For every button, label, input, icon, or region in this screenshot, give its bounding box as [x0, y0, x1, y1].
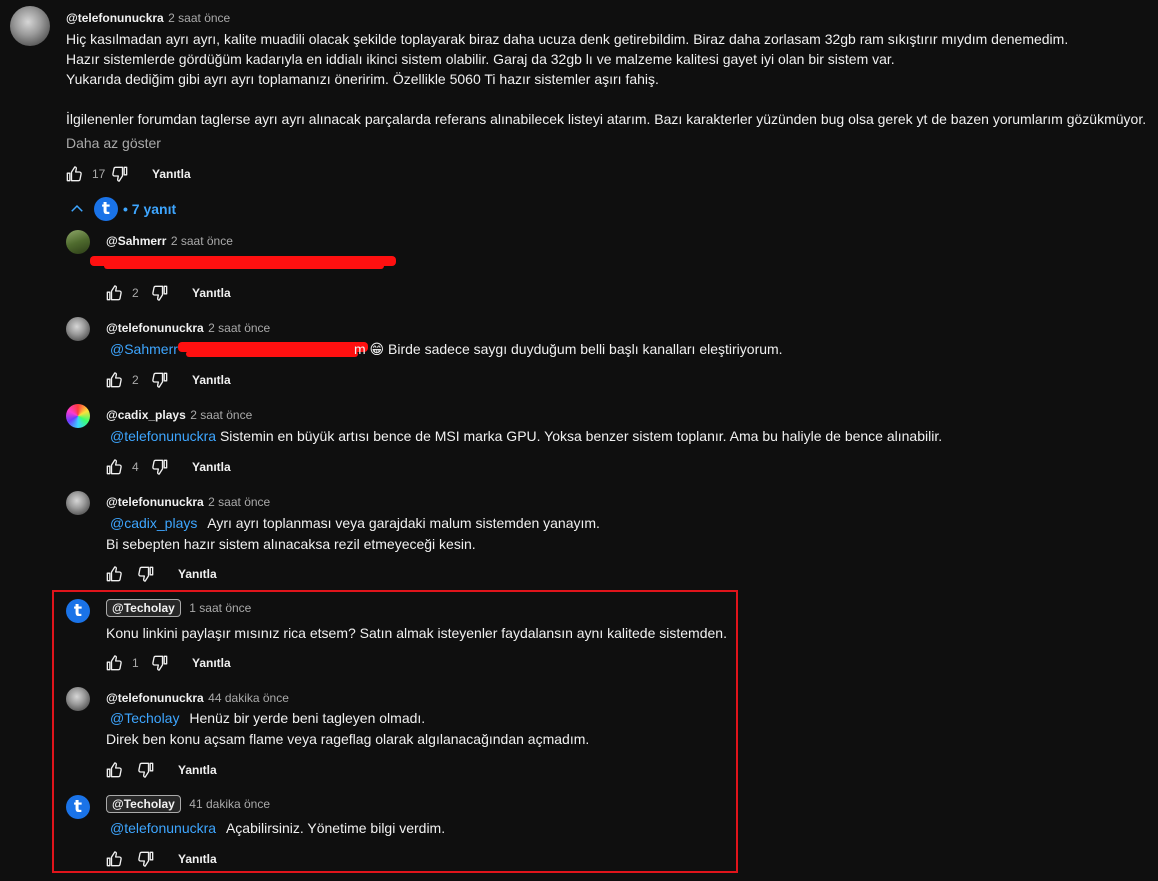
- reply-text-line: Direk ben konu açsam flame veya rageflag…: [106, 731, 590, 747]
- dislike-icon[interactable]: [150, 457, 170, 477]
- replies-toggle[interactable]: t • 7 yanıt: [68, 197, 176, 221]
- comment-text-line: İlgilenenler forumdan taglerse ayrı ayrı…: [66, 111, 1147, 127]
- reply-button[interactable]: Yanıtla: [152, 167, 191, 181]
- like-count: 1: [132, 656, 139, 670]
- reply-text: @Sahmerr: [110, 341, 178, 357]
- reply-actions: Yanıtla: [104, 849, 217, 869]
- comment-actions: 17 Yanıtla: [64, 164, 191, 184]
- reply-author[interactable]: @telefonunuckra: [106, 321, 204, 335]
- creator-author-badge[interactable]: @Techolay: [106, 599, 181, 617]
- reply-time[interactable]: 2 saat önce: [208, 495, 270, 509]
- reply-actions: 2 Yanıtla: [104, 370, 231, 390]
- like-icon[interactable]: [64, 164, 84, 184]
- reply-header: @telefonunuckra 2 saat önce: [106, 319, 270, 337]
- reply-button[interactable]: Yanıtla: [178, 567, 217, 581]
- reply-button[interactable]: Yanıtla: [192, 460, 231, 474]
- like-icon[interactable]: [104, 370, 124, 390]
- reply-time[interactable]: 1 saat önce: [189, 601, 251, 615]
- reply-text-body: Açabilirsiniz. Yönetime bilgi verdim.: [225, 820, 446, 836]
- chevron-up-icon: [71, 204, 83, 212]
- redaction-mark: [186, 351, 358, 357]
- reply-author[interactable]: @Sahmerr: [106, 234, 166, 248]
- reply-button[interactable]: Yanıtla: [178, 852, 217, 866]
- like-icon[interactable]: [104, 849, 124, 869]
- creator-author-badge[interactable]: @Techolay: [106, 795, 181, 813]
- reply-author[interactable]: @telefonunuckra: [106, 691, 204, 705]
- mention-link[interactable]: @Techolay: [110, 710, 179, 726]
- avatar[interactable]: [66, 687, 90, 711]
- reply-text-body: Ayrı ayrı toplanması veya garajdaki malu…: [207, 515, 600, 531]
- avatar[interactable]: [66, 317, 90, 341]
- reply-header: @Sahmerr 2 saat önce: [106, 232, 233, 250]
- like-icon[interactable]: [104, 564, 124, 584]
- reply-text: m 😁 Birde sadece saygı duyduğum belli ba…: [354, 341, 783, 357]
- reply-header: @Techolay 41 dakika önce: [106, 795, 270, 813]
- mention-link[interactable]: @cadix_plays: [110, 515, 197, 531]
- dislike-icon[interactable]: [136, 564, 156, 584]
- dislike-icon[interactable]: [136, 849, 156, 869]
- reply-header: @telefonunuckra 44 dakika önce: [106, 689, 289, 707]
- reply-time[interactable]: 2 saat önce: [208, 321, 270, 335]
- dislike-icon[interactable]: [150, 283, 170, 303]
- reply-button[interactable]: Yanıtla: [178, 763, 217, 777]
- like-count: 4: [132, 460, 139, 474]
- reply-time[interactable]: 2 saat önce: [171, 234, 233, 248]
- like-count: 17: [92, 167, 106, 181]
- reply-text-line: Bi sebepten hazır sistem alınacaksa rezi…: [106, 536, 476, 552]
- reply-actions: Yanıtla: [104, 564, 217, 584]
- like-icon[interactable]: [104, 653, 124, 673]
- dislike-icon[interactable]: [150, 370, 170, 390]
- avatar[interactable]: [66, 230, 90, 254]
- mention-link[interactable]: @telefonunuckra: [110, 820, 216, 836]
- dislike-icon[interactable]: [136, 760, 156, 780]
- comment-header: @telefonunuckra 2 saat önce: [66, 9, 230, 27]
- reply-header: @cadix_plays 2 saat önce: [106, 406, 252, 424]
- comment-time[interactable]: 2 saat önce: [168, 11, 230, 25]
- reply-text: @telefonunuckra Sistemin en büyük artısı…: [110, 428, 942, 444]
- reply-actions: 4 Yanıtla: [104, 457, 231, 477]
- creator-avatar[interactable]: t: [66, 795, 90, 819]
- reply-text-body: Sistemin en büyük artısı bence de MSI ma…: [219, 428, 943, 444]
- reply-button[interactable]: Yanıtla: [192, 656, 231, 670]
- avatar[interactable]: [10, 6, 50, 46]
- redaction-mark: [104, 263, 384, 269]
- like-icon[interactable]: [104, 283, 124, 303]
- comment-text-line: Hazır sistemlerde gördüğüm kadarıyla en …: [66, 51, 895, 67]
- mention-link[interactable]: @telefonunuckra: [110, 428, 216, 444]
- like-icon[interactable]: [104, 760, 124, 780]
- comment-text-line: Yukarıda dediğim gibi ayrı ayrı toplaman…: [66, 71, 659, 87]
- like-icon[interactable]: [104, 457, 124, 477]
- reply-actions: Yanıtla: [104, 760, 217, 780]
- reply-time[interactable]: 41 dakika önce: [189, 797, 270, 811]
- mention-link[interactable]: @Sahmerr: [110, 341, 178, 357]
- avatar[interactable]: [66, 491, 90, 515]
- reply-actions: 1 Yanıtla: [104, 653, 231, 673]
- show-less-button[interactable]: Daha az göster: [66, 135, 161, 151]
- reply-author[interactable]: @cadix_plays: [106, 408, 186, 422]
- reply-text: @telefonunuckra Açabilirsiniz. Yönetime …: [110, 820, 445, 836]
- reply-button[interactable]: Yanıtla: [192, 286, 231, 300]
- replies-count-label: • 7 yanıt: [123, 201, 177, 217]
- like-count: 2: [132, 373, 139, 387]
- reply-text: @Techolay Henüz bir yerde beni tagleyen …: [110, 710, 425, 726]
- reply-actions: 2 Yanıtla: [104, 283, 231, 303]
- creator-avatar[interactable]: t: [66, 599, 90, 623]
- dislike-icon[interactable]: [110, 164, 130, 184]
- avatar[interactable]: [66, 404, 90, 428]
- comment-author[interactable]: @telefonunuckra: [66, 11, 164, 25]
- comment-text-line: Hiç kasılmadan ayrı ayrı, kalite muadili…: [66, 31, 1069, 47]
- creator-avatar: t: [94, 197, 118, 221]
- reply-button[interactable]: Yanıtla: [192, 373, 231, 387]
- reply-text: @cadix_plays Ayrı ayrı toplanması veya g…: [110, 515, 600, 531]
- like-count: 2: [132, 286, 139, 300]
- reply-header: @Techolay 1 saat önce: [106, 599, 251, 617]
- reply-text: Konu linkini paylaşır mısınız rica etsem…: [106, 625, 727, 641]
- reply-time[interactable]: 2 saat önce: [190, 408, 252, 422]
- reply-time[interactable]: 44 dakika önce: [208, 691, 289, 705]
- reply-header: @telefonunuckra 2 saat önce: [106, 493, 270, 511]
- dislike-icon[interactable]: [150, 653, 170, 673]
- reply-author[interactable]: @telefonunuckra: [106, 495, 204, 509]
- reply-text-body: Henüz bir yerde beni tagleyen olmadı.: [189, 710, 426, 726]
